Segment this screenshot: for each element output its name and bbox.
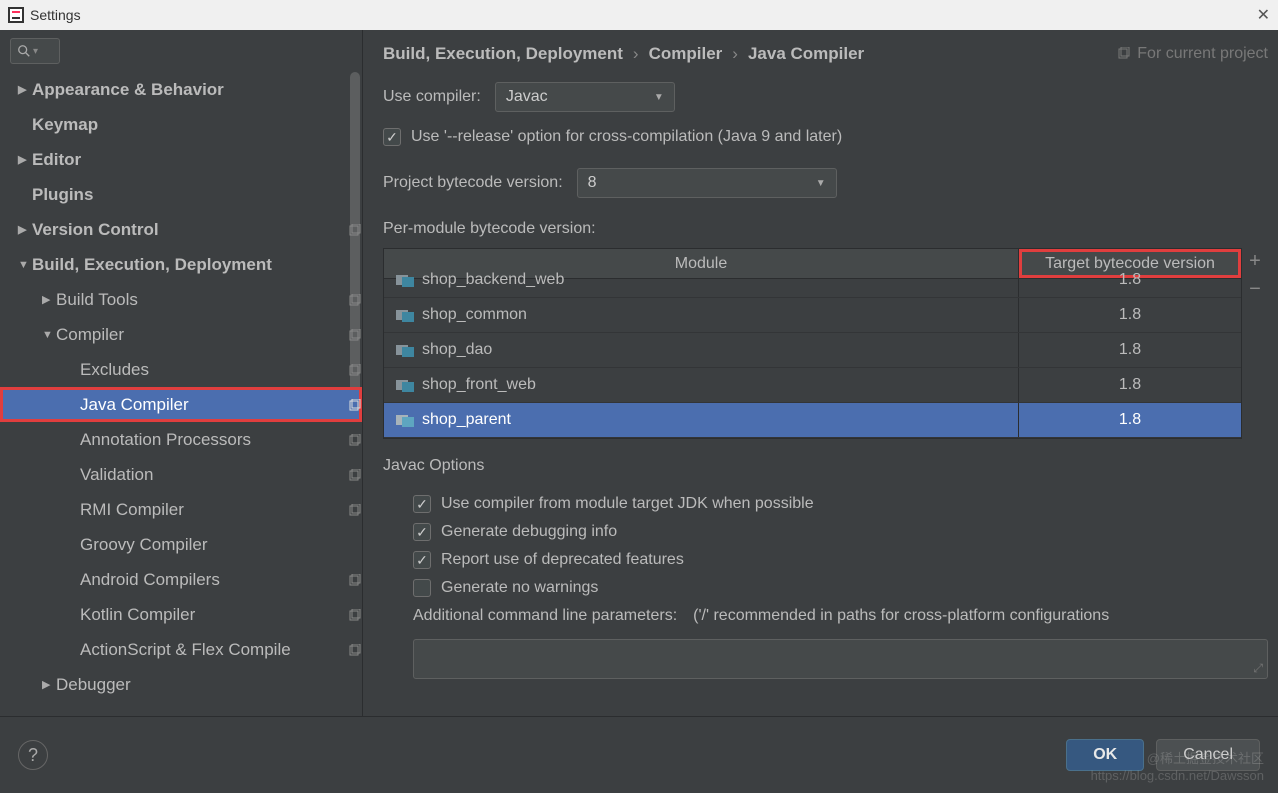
tree-validation[interactable]: Validation xyxy=(0,457,362,492)
additional-params-input[interactable]: ⤢ xyxy=(413,639,1268,679)
expand-icon[interactable]: ⤢ xyxy=(1253,661,1263,676)
tree-compiler[interactable]: ▼Compiler xyxy=(0,317,362,352)
project-icon xyxy=(348,328,362,342)
project-icon xyxy=(348,293,362,307)
javac-options-label: Javac Options xyxy=(383,457,1268,475)
opt-nowarn-label: Generate no warnings xyxy=(441,579,598,597)
param-label: Additional command line parameters: xyxy=(413,607,677,625)
chevron-down-icon: ▼ xyxy=(816,178,826,189)
settings-sidebar: ▾ ▶Appearance & Behavior Keymap ▶Editor … xyxy=(0,30,363,716)
settings-content: Build, Execution, Deployment › Compiler … xyxy=(363,30,1278,716)
chevron-right-icon: › xyxy=(732,44,738,64)
window-close-button[interactable]: ✕ xyxy=(1257,5,1270,25)
dialog-footer: ? OK Cancel xyxy=(0,716,1278,793)
project-icon xyxy=(348,363,362,377)
project-bytecode-value: 8 xyxy=(588,174,597,192)
per-module-label: Per-module bytecode version: xyxy=(383,220,596,238)
tree-version-control[interactable]: ▶Version Control xyxy=(0,212,362,247)
folder-icon xyxy=(396,273,414,287)
window-title: Settings xyxy=(30,7,81,23)
tree-build[interactable]: ▼Build, Execution, Deployment xyxy=(0,247,362,282)
remove-row-button[interactable]: − xyxy=(1245,280,1265,300)
tree-appearance[interactable]: ▶Appearance & Behavior xyxy=(0,72,362,107)
opt-jdk-checkbox[interactable] xyxy=(413,495,431,513)
opt-jdk-label: Use compiler from module target JDK when… xyxy=(441,495,814,513)
tree-groovy-compiler[interactable]: Groovy Compiler xyxy=(0,527,362,562)
tree-debugger[interactable]: ▶Debugger xyxy=(0,667,362,702)
project-icon xyxy=(348,643,362,657)
add-row-button[interactable]: + xyxy=(1245,252,1265,272)
table-row[interactable]: shop_backend_web 1.8 xyxy=(384,263,1241,298)
param-hint: ('/' recommended in paths for cross-plat… xyxy=(693,607,1109,625)
folder-icon xyxy=(396,343,414,357)
tree-rmi-compiler[interactable]: RMI Compiler xyxy=(0,492,362,527)
project-icon xyxy=(348,433,362,447)
tree-android-compilers[interactable]: Android Compilers xyxy=(0,562,362,597)
folder-icon xyxy=(396,413,414,427)
tree-java-compiler[interactable]: Java Compiler xyxy=(0,387,362,422)
use-compiler-label: Use compiler: xyxy=(383,88,481,106)
ok-button[interactable]: OK xyxy=(1066,739,1144,771)
table-row[interactable]: shop_dao 1.8 xyxy=(384,333,1241,368)
project-icon xyxy=(348,223,362,237)
search-container: ▾ xyxy=(0,30,362,72)
table-row[interactable]: shop_common 1.8 xyxy=(384,298,1241,333)
project-bytecode-select[interactable]: 8 ▼ xyxy=(577,168,837,198)
tree-actionscript-compiler[interactable]: ActionScript & Flex Compile xyxy=(0,632,362,667)
opt-deprecated-label: Report use of deprecated features xyxy=(441,551,684,569)
search-icon xyxy=(17,44,31,58)
breadcrumb-b[interactable]: Compiler xyxy=(649,44,723,64)
title-bar: Settings ✕ xyxy=(0,0,1278,30)
project-scope-label: For current project xyxy=(1117,45,1268,63)
tree-kotlin-compiler[interactable]: Kotlin Compiler xyxy=(0,597,362,632)
use-compiler-select[interactable]: Javac ▼ xyxy=(495,82,675,112)
tree-excludes[interactable]: Excludes xyxy=(0,352,362,387)
help-button[interactable]: ? xyxy=(18,740,48,770)
release-option-checkbox[interactable] xyxy=(383,128,401,146)
tree-keymap[interactable]: Keymap xyxy=(0,107,362,142)
use-compiler-value: Javac xyxy=(506,88,548,106)
chevron-right-icon: › xyxy=(633,44,639,64)
project-icon xyxy=(348,608,362,622)
project-icon xyxy=(348,398,362,412)
tree-build-tools[interactable]: ▶Build Tools xyxy=(0,282,362,317)
breadcrumb: Build, Execution, Deployment › Compiler … xyxy=(383,30,1268,74)
opt-deprecated-checkbox[interactable] xyxy=(413,551,431,569)
project-icon xyxy=(1117,47,1131,61)
project-icon xyxy=(348,573,362,587)
search-input[interactable]: ▾ xyxy=(10,38,60,64)
project-icon xyxy=(348,503,362,517)
opt-debug-checkbox[interactable] xyxy=(413,523,431,541)
release-option-label: Use '--release' option for cross-compila… xyxy=(411,128,842,146)
project-icon xyxy=(348,468,362,482)
table-row[interactable]: shop_parent 1.8 xyxy=(384,403,1241,438)
folder-icon xyxy=(396,308,414,322)
project-bytecode-label: Project bytecode version: xyxy=(383,174,563,192)
opt-nowarn-checkbox[interactable] xyxy=(413,579,431,597)
settings-tree[interactable]: ▶Appearance & Behavior Keymap ▶Editor Pl… xyxy=(0,72,362,716)
tree-plugins[interactable]: Plugins xyxy=(0,177,362,212)
chevron-down-icon: ▼ xyxy=(654,92,664,103)
breadcrumb-a[interactable]: Build, Execution, Deployment xyxy=(383,44,623,64)
chevron-down-icon: ▾ xyxy=(33,46,38,57)
tree-annotation-processors[interactable]: Annotation Processors xyxy=(0,422,362,457)
tree-editor[interactable]: ▶Editor xyxy=(0,142,362,177)
app-logo xyxy=(8,7,24,23)
opt-debug-label: Generate debugging info xyxy=(441,523,617,541)
folder-icon xyxy=(396,378,414,392)
breadcrumb-c: Java Compiler xyxy=(748,44,864,64)
table-row[interactable]: shop_front_web 1.8 xyxy=(384,368,1241,403)
module-table: Module Target bytecode version shop_back… xyxy=(383,248,1242,439)
cancel-button[interactable]: Cancel xyxy=(1156,739,1260,771)
